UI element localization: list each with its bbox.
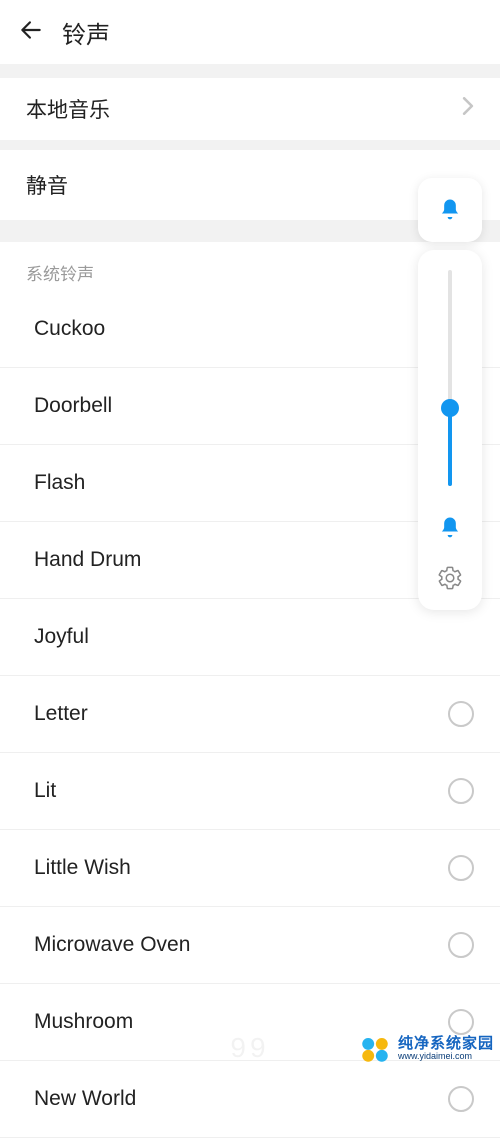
tone-name: Lit (26, 779, 56, 803)
tone-row[interactable]: New World (0, 1061, 500, 1138)
tone-name: Flash (26, 471, 85, 495)
tone-name: Doorbell (26, 394, 112, 418)
tone-row[interactable]: Little Wish (0, 830, 500, 907)
watermark: 纯净系统家园 www.yidaimei.com (0, 1032, 500, 1066)
tone-name: Little Wish (26, 856, 131, 880)
volume-panel-top-button[interactable] (418, 178, 482, 242)
radio-unselected[interactable] (448, 1086, 474, 1112)
bell-icon (436, 196, 464, 224)
bell-icon (436, 514, 464, 542)
tone-row[interactable]: Microwave Oven (0, 907, 500, 984)
volume-panel (418, 178, 482, 610)
tone-row[interactable]: Joyful (0, 599, 500, 676)
volume-slider-thumb[interactable] (441, 399, 459, 417)
silent-label: 静音 (26, 175, 68, 198)
tone-row[interactable]: Letter (0, 676, 500, 753)
local-music-row[interactable]: 本地音乐 (0, 78, 500, 140)
tone-name: Microwave Oven (26, 933, 190, 957)
volume-slider-fill (448, 408, 452, 486)
radio-unselected[interactable] (448, 701, 474, 727)
page-title: 铃声 (62, 15, 110, 50)
radio-unselected[interactable] (448, 932, 474, 958)
volume-settings-button[interactable] (437, 565, 463, 596)
tone-name: Hand Drum (26, 548, 141, 572)
local-music-label: 本地音乐 (26, 94, 110, 124)
tone-name: Mushroom (26, 1010, 133, 1034)
watermark-logo-icon (358, 1032, 392, 1066)
chevron-right-icon (462, 97, 474, 121)
gear-icon (437, 565, 463, 591)
watermark-brand: 纯净系统家园 (398, 1036, 494, 1053)
tone-name: Cuckoo (26, 317, 105, 341)
tone-name: Letter (26, 702, 88, 726)
radio-unselected[interactable] (448, 855, 474, 881)
volume-panel-body (418, 250, 482, 610)
watermark-url: www.yidaimei.com (398, 1052, 494, 1062)
tone-name: Joyful (26, 625, 89, 649)
radio-unselected[interactable] (448, 778, 474, 804)
tone-name: New World (26, 1087, 136, 1111)
title-bar: 铃声 (0, 0, 500, 64)
ring-mode-button[interactable] (436, 514, 464, 547)
volume-slider[interactable] (448, 270, 452, 486)
tone-row[interactable]: Lit (0, 753, 500, 830)
back-arrow-icon[interactable] (18, 17, 44, 47)
